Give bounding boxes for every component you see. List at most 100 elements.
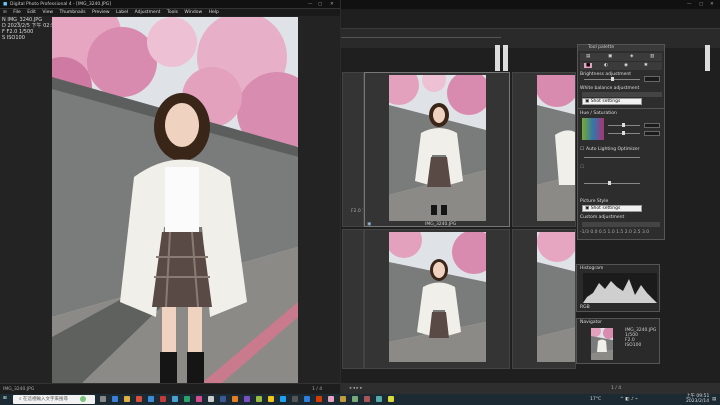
- palette-subtabs[interactable]: ■ ◐ ◉ ✱: [580, 62, 662, 70]
- maximize-icon[interactable]: ▢: [699, 2, 703, 7]
- thumbnail-cell-selected[interactable]: IMG_3240.JPG ▣ ◐: [364, 72, 510, 227]
- app-icon-ppt[interactable]: [316, 396, 322, 402]
- app-icon-yellow[interactable]: [268, 396, 274, 402]
- thumb-check-icon[interactable]: ▣: [367, 222, 371, 226]
- hue-label: Hue / Saturation: [580, 111, 617, 116]
- dpp-app-icon[interactable]: [328, 396, 334, 402]
- navigator-thumbnail[interactable]: [591, 328, 613, 360]
- tray-icons[interactable]: ^ ◧ ♪ ⌁: [620, 397, 638, 402]
- app-icon-orange[interactable]: [232, 396, 238, 402]
- start-icon[interactable]: ⊞: [3, 396, 7, 401]
- clock-date: 2023/2/14: [686, 398, 710, 404]
- scale-tick: 2.0: [624, 230, 632, 235]
- task-view-icon[interactable]: [100, 396, 106, 402]
- thumbnail-cell[interactable]: [512, 72, 576, 227]
- title-bar: ■ Digital Photo Professional 4 - [IMG_32…: [0, 0, 340, 9]
- app-icon-lime[interactable]: [256, 396, 262, 402]
- crop-tab-icon[interactable]: ▣: [608, 54, 612, 59]
- brightness-label: Brightness adjustment: [580, 72, 631, 77]
- menu-window[interactable]: Window: [184, 10, 202, 15]
- cortana-icon[interactable]: [80, 396, 86, 402]
- wb-buttons[interactable]: [582, 92, 662, 97]
- app-icon-sage[interactable]: [352, 396, 358, 402]
- thumbnail-cell[interactable]: [364, 229, 510, 369]
- search-placeholder: 在這裡輸入文字來搜尋: [22, 397, 68, 402]
- wb-select[interactable]: ▣ Shot settings: [582, 98, 642, 105]
- weather-temp[interactable]: 17°C: [590, 397, 601, 402]
- thumbnail-cell[interactable]: [512, 229, 576, 369]
- app-icon-red[interactable]: [160, 396, 166, 402]
- app-icon-pink[interactable]: [196, 396, 202, 402]
- histogram-stat: RGB: [580, 305, 590, 310]
- edge-icon[interactable]: [112, 396, 118, 402]
- minimize-icon[interactable]: —: [687, 2, 692, 7]
- app-icon-purple[interactable]: [244, 396, 250, 402]
- nav-arrows-icon[interactable]: ◂ ◂ ▸ ▸: [349, 386, 362, 391]
- menu-edit[interactable]: Edit: [27, 10, 36, 15]
- menu-thumbnails[interactable]: Thumbnails: [59, 10, 85, 15]
- menu-tools[interactable]: Tools: [167, 10, 178, 15]
- saturation-knob[interactable]: [622, 131, 625, 135]
- custom-label: Custom adjustment: [580, 215, 625, 220]
- scroll-handle[interactable]: [503, 45, 508, 71]
- custom-control[interactable]: [582, 222, 660, 227]
- system-menu-icon[interactable]: ⊞: [3, 10, 7, 15]
- palette-tabs[interactable]: ▤ ▣ ◈ ▥: [580, 53, 662, 61]
- menu-view[interactable]: View: [42, 10, 53, 15]
- checkbox-icon[interactable]: ☐: [580, 165, 584, 170]
- scroll-handle[interactable]: [495, 45, 500, 71]
- app-icon-blue[interactable]: [172, 396, 178, 402]
- thumb-filename: IMG_3240.JPG: [425, 222, 457, 227]
- settings-tab-icon[interactable]: ▥: [650, 54, 654, 59]
- app-icon-green[interactable]: [184, 396, 190, 402]
- app-icon-gray[interactable]: [208, 396, 214, 402]
- menu-adjustment[interactable]: Adjustment: [135, 10, 161, 15]
- sharpness-knob[interactable]: [608, 181, 611, 185]
- lens-tab-icon[interactable]: ◈: [630, 54, 633, 59]
- app-icon-brick[interactable]: [364, 396, 370, 402]
- app-icon-citron[interactable]: [388, 396, 394, 402]
- chrome-icon[interactable]: [136, 396, 142, 402]
- minimize-icon[interactable]: —: [308, 2, 313, 7]
- detail-tab-icon[interactable]: ✱: [644, 63, 648, 68]
- taskbar: [0, 394, 720, 405]
- menu-label[interactable]: Label: [116, 10, 128, 15]
- rgb-tab-icon[interactable]: ▤: [586, 54, 590, 59]
- brightness-value-field[interactable]: [644, 76, 660, 82]
- menu-preview[interactable]: Preview: [92, 10, 110, 15]
- app-icon-word[interactable]: [304, 396, 310, 402]
- status-filename: IMG_3240.JPG: [3, 387, 35, 392]
- hue-field[interactable]: [644, 123, 660, 128]
- menu-help[interactable]: Help: [209, 10, 219, 15]
- maximize-icon[interactable]: ▢: [318, 2, 322, 7]
- app-icon-dark[interactable]: [292, 396, 298, 402]
- notification-icon[interactable]: ▤: [712, 397, 716, 402]
- color-tab-icon[interactable]: ◉: [624, 63, 628, 68]
- app-icon-navy[interactable]: [220, 396, 226, 402]
- sharpness-slider[interactable]: [584, 183, 640, 184]
- title-bar-right: — ▢ ✕: [341, 0, 720, 9]
- divider: [341, 37, 501, 38]
- alo-checkbox-icon[interactable]: ☐: [580, 147, 584, 152]
- mail-icon[interactable]: [148, 396, 154, 402]
- alo-slider[interactable]: [584, 157, 640, 158]
- close-icon[interactable]: ✕: [330, 2, 334, 7]
- app-icon-teal[interactable]: [376, 396, 382, 402]
- hue-knob[interactable]: [622, 123, 625, 127]
- picture-style-select[interactable]: ▣ Shot settings: [582, 205, 642, 212]
- clock[interactable]: 上午 09:51 2023/2/14: [686, 394, 710, 404]
- main-photo-preview[interactable]: [52, 17, 298, 383]
- explorer-icon[interactable]: [124, 396, 130, 402]
- scroll-handle[interactable]: [705, 45, 710, 71]
- tone-tab-icon[interactable]: ◐: [604, 63, 608, 68]
- thumbnail-cell-partial[interactable]: F2.0 1/500: [342, 72, 364, 227]
- basic-tab-icon[interactable]: ■: [584, 63, 593, 68]
- menu-file[interactable]: File: [13, 10, 21, 15]
- saturation-field[interactable]: [644, 131, 660, 136]
- close-icon[interactable]: ✕: [710, 2, 714, 7]
- app-icon-sky[interactable]: [280, 396, 286, 402]
- thumbnail-cell-partial[interactable]: [342, 229, 364, 369]
- color-wheel[interactable]: [582, 118, 604, 140]
- app-icon-gold[interactable]: [340, 396, 346, 402]
- brightness-knob[interactable]: [611, 77, 614, 81]
